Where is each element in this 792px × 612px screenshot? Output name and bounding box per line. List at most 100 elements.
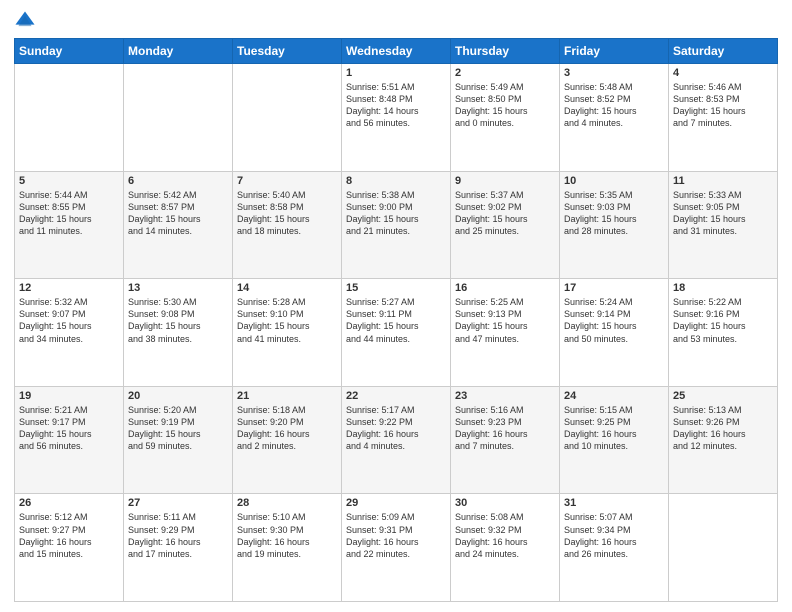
day-cell: 13 Sunrise: 5:30 AM Sunset: 9:08 PM Dayli… [124, 279, 233, 387]
day-number: 23 [455, 390, 555, 402]
day-cell [669, 494, 778, 602]
logo [14, 10, 40, 32]
day-number: 6 [128, 175, 228, 187]
day-cell: 6 Sunrise: 5:42 AM Sunset: 8:57 PM Daylig… [124, 171, 233, 279]
day-number: 19 [19, 390, 119, 402]
day-info: Sunrise: 5:17 AM Sunset: 9:22 PM Dayligh… [346, 404, 446, 453]
day-number: 12 [19, 282, 119, 294]
header [14, 10, 778, 32]
day-info: Sunrise: 5:40 AM Sunset: 8:58 PM Dayligh… [237, 189, 337, 238]
day-number: 20 [128, 390, 228, 402]
day-info: Sunrise: 5:15 AM Sunset: 9:25 PM Dayligh… [564, 404, 664, 453]
day-cell: 9 Sunrise: 5:37 AM Sunset: 9:02 PM Daylig… [451, 171, 560, 279]
day-number: 2 [455, 67, 555, 79]
day-cell: 16 Sunrise: 5:25 AM Sunset: 9:13 PM Dayli… [451, 279, 560, 387]
day-cell: 22 Sunrise: 5:17 AM Sunset: 9:22 PM Dayli… [342, 386, 451, 494]
day-info: Sunrise: 5:10 AM Sunset: 9:30 PM Dayligh… [237, 511, 337, 560]
day-number: 10 [564, 175, 664, 187]
day-cell: 24 Sunrise: 5:15 AM Sunset: 9:25 PM Dayli… [560, 386, 669, 494]
weekday-header-row: SundayMondayTuesdayWednesdayThursdayFrid… [15, 39, 778, 64]
weekday-header-wednesday: Wednesday [342, 39, 451, 64]
weekday-header-monday: Monday [124, 39, 233, 64]
day-cell: 31Sunrise: 5:07 AM Sunset: 9:34 PM Dayli… [560, 494, 669, 602]
day-number: 18 [673, 282, 773, 294]
day-cell: 2 Sunrise: 5:49 AM Sunset: 8:50 PM Daylig… [451, 64, 560, 172]
day-number: 22 [346, 390, 446, 402]
day-cell [124, 64, 233, 172]
day-number: 21 [237, 390, 337, 402]
day-info: Sunrise: 5:25 AM Sunset: 9:13 PM Dayligh… [455, 296, 555, 345]
day-info: Sunrise: 5:07 AM Sunset: 9:34 PM Dayligh… [564, 511, 664, 560]
calendar-table: SundayMondayTuesdayWednesdayThursdayFrid… [14, 38, 778, 602]
day-cell: 28 Sunrise: 5:10 AM Sunset: 9:30 PM Dayli… [233, 494, 342, 602]
day-info: Sunrise: 5:32 AM Sunset: 9:07 PM Dayligh… [19, 296, 119, 345]
day-number: 27 [128, 497, 228, 509]
weekday-header-sunday: Sunday [15, 39, 124, 64]
day-info: Sunrise: 5:18 AM Sunset: 9:20 PM Dayligh… [237, 404, 337, 453]
day-info: Sunrise: 5:35 AM Sunset: 9:03 PM Dayligh… [564, 189, 664, 238]
day-info: Sunrise: 5:27 AM Sunset: 9:11 PM Dayligh… [346, 296, 446, 345]
day-info: Sunrise: 5:08 AM Sunset: 9:32 PM Dayligh… [455, 511, 555, 560]
day-number: 8 [346, 175, 446, 187]
day-cell: 15 Sunrise: 5:27 AM Sunset: 9:11 PM Dayli… [342, 279, 451, 387]
weekday-header-saturday: Saturday [669, 39, 778, 64]
day-number: 16 [455, 282, 555, 294]
day-info: Sunrise: 5:16 AM Sunset: 9:23 PM Dayligh… [455, 404, 555, 453]
day-number: 17 [564, 282, 664, 294]
day-info: Sunrise: 5:11 AM Sunset: 9:29 PM Dayligh… [128, 511, 228, 560]
logo-icon [14, 10, 36, 32]
day-info: Sunrise: 5:33 AM Sunset: 9:05 PM Dayligh… [673, 189, 773, 238]
day-cell: 8 Sunrise: 5:38 AM Sunset: 9:00 PM Daylig… [342, 171, 451, 279]
day-number: 15 [346, 282, 446, 294]
day-number: 9 [455, 175, 555, 187]
weekday-header-tuesday: Tuesday [233, 39, 342, 64]
day-info: Sunrise: 5:44 AM Sunset: 8:55 PM Dayligh… [19, 189, 119, 238]
day-number: 3 [564, 67, 664, 79]
day-cell [15, 64, 124, 172]
day-info: Sunrise: 5:24 AM Sunset: 9:14 PM Dayligh… [564, 296, 664, 345]
day-cell: 1Sunrise: 5:51 AM Sunset: 8:48 PM Daylig… [342, 64, 451, 172]
day-cell: 18 Sunrise: 5:22 AM Sunset: 9:16 PM Dayli… [669, 279, 778, 387]
day-cell: 27 Sunrise: 5:11 AM Sunset: 9:29 PM Dayli… [124, 494, 233, 602]
day-number: 24 [564, 390, 664, 402]
day-info: Sunrise: 5:22 AM Sunset: 9:16 PM Dayligh… [673, 296, 773, 345]
day-number: 14 [237, 282, 337, 294]
day-number: 28 [237, 497, 337, 509]
page: SundayMondayTuesdayWednesdayThursdayFrid… [0, 0, 792, 612]
day-info: Sunrise: 5:42 AM Sunset: 8:57 PM Dayligh… [128, 189, 228, 238]
week-row-5: 26Sunrise: 5:12 AM Sunset: 9:27 PM Dayli… [15, 494, 778, 602]
day-number: 26 [19, 497, 119, 509]
day-info: Sunrise: 5:21 AM Sunset: 9:17 PM Dayligh… [19, 404, 119, 453]
day-cell: 21 Sunrise: 5:18 AM Sunset: 9:20 PM Dayli… [233, 386, 342, 494]
day-cell: 17 Sunrise: 5:24 AM Sunset: 9:14 PM Dayli… [560, 279, 669, 387]
day-cell: 26Sunrise: 5:12 AM Sunset: 9:27 PM Dayli… [15, 494, 124, 602]
day-info: Sunrise: 5:37 AM Sunset: 9:02 PM Dayligh… [455, 189, 555, 238]
weekday-header-friday: Friday [560, 39, 669, 64]
day-cell: 3 Sunrise: 5:48 AM Sunset: 8:52 PM Daylig… [560, 64, 669, 172]
day-cell: 25Sunrise: 5:13 AM Sunset: 9:26 PM Dayli… [669, 386, 778, 494]
day-info: Sunrise: 5:28 AM Sunset: 9:10 PM Dayligh… [237, 296, 337, 345]
day-info: Sunrise: 5:30 AM Sunset: 9:08 PM Dayligh… [128, 296, 228, 345]
day-cell: 10 Sunrise: 5:35 AM Sunset: 9:03 PM Dayli… [560, 171, 669, 279]
weekday-header-thursday: Thursday [451, 39, 560, 64]
day-number: 13 [128, 282, 228, 294]
day-cell: 19 Sunrise: 5:21 AM Sunset: 9:17 PM Dayli… [15, 386, 124, 494]
day-info: Sunrise: 5:48 AM Sunset: 8:52 PM Dayligh… [564, 81, 664, 130]
day-number: 7 [237, 175, 337, 187]
day-number: 29 [346, 497, 446, 509]
day-number: 25 [673, 390, 773, 402]
day-info: Sunrise: 5:49 AM Sunset: 8:50 PM Dayligh… [455, 81, 555, 130]
week-row-3: 12 Sunrise: 5:32 AM Sunset: 9:07 PM Dayli… [15, 279, 778, 387]
week-row-2: 5 Sunrise: 5:44 AM Sunset: 8:55 PM Daylig… [15, 171, 778, 279]
day-info: Sunrise: 5:09 AM Sunset: 9:31 PM Dayligh… [346, 511, 446, 560]
day-info: Sunrise: 5:38 AM Sunset: 9:00 PM Dayligh… [346, 189, 446, 238]
week-row-1: 1Sunrise: 5:51 AM Sunset: 8:48 PM Daylig… [15, 64, 778, 172]
day-cell [233, 64, 342, 172]
day-cell: 14 Sunrise: 5:28 AM Sunset: 9:10 PM Dayli… [233, 279, 342, 387]
day-number: 1 [346, 67, 446, 79]
day-cell: 30Sunrise: 5:08 AM Sunset: 9:32 PM Dayli… [451, 494, 560, 602]
day-number: 5 [19, 175, 119, 187]
day-cell: 20Sunrise: 5:20 AM Sunset: 9:19 PM Dayli… [124, 386, 233, 494]
day-cell: 29 Sunrise: 5:09 AM Sunset: 9:31 PM Dayli… [342, 494, 451, 602]
day-cell: 4Sunrise: 5:46 AM Sunset: 8:53 PM Daylig… [669, 64, 778, 172]
